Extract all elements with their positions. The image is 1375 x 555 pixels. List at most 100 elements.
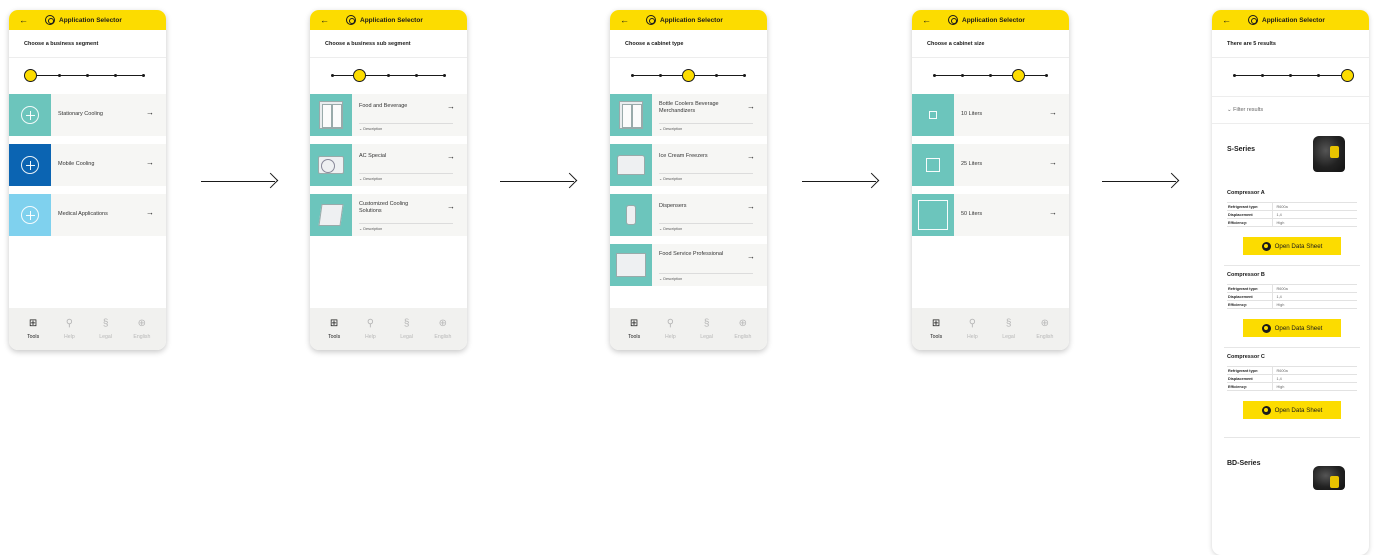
list-item[interactable]: Bottle Coolers Beverage Merchandizers → … <box>610 94 767 136</box>
filter-results-toggle[interactable]: ⌄ Filter results <box>1212 96 1369 124</box>
application-logo-icon <box>646 15 656 25</box>
app-title: Application Selector <box>962 16 1025 24</box>
progress-stepper <box>912 58 1069 94</box>
back-arrow-icon[interactable]: ← <box>320 15 334 25</box>
bottom-nav: ⊞ Tools ⚲ Help § Legal ⊕ English <box>912 308 1069 350</box>
list-item-label: Medical Applications <box>58 211 108 217</box>
nav-help[interactable]: ⚲ Help <box>957 318 987 340</box>
bottom-nav: ⊞ Tools ⚲ Help § Legal ⊕ English <box>610 308 767 350</box>
nav-help[interactable]: ⚲ Help <box>355 318 385 340</box>
list-item[interactable]: Ice Cream Freezers → ⌄ Description <box>610 144 767 186</box>
list-item[interactable]: Stationary Cooling → <box>9 94 166 136</box>
nav-tools[interactable]: ⊞ Tools <box>18 318 48 340</box>
description-toggle[interactable]: ⌄ Description <box>359 226 382 231</box>
compressor-title: Compressor C <box>1227 354 1265 360</box>
spec-value: R600a <box>1271 366 1357 375</box>
nav-legal[interactable]: § Legal <box>692 318 722 340</box>
arrow-right-icon: → <box>447 152 455 161</box>
open-data-sheet-button[interactable]: Open Data Sheet <box>1243 319 1341 337</box>
nav-tools[interactable]: ⊞ Tools <box>319 318 349 340</box>
grid-icon: ⊞ <box>931 318 941 329</box>
application-logo-icon <box>45 15 55 25</box>
data-sheet-icon <box>1261 405 1271 415</box>
description-toggle[interactable]: ⌄ Description <box>659 226 682 231</box>
list-item[interactable]: 10 Liters → <box>912 94 1069 136</box>
page-heading: Choose a cabinet type <box>610 30 767 58</box>
nav-language[interactable]: ⊕ English <box>1030 318 1060 340</box>
nav-label: Legal <box>700 334 713 340</box>
stationary-cooling-icon <box>9 94 51 136</box>
list-item[interactable]: AC Special → ⌄ Description <box>310 144 467 186</box>
list-item[interactable]: 25 Liters → <box>912 144 1069 186</box>
nav-legal[interactable]: § Legal <box>392 318 422 340</box>
custom-cooling-icon <box>310 194 352 236</box>
spec-key: Refrigerant type: <box>1227 366 1272 375</box>
page-heading: Choose a cabinet size <box>912 30 1069 58</box>
food-service-counter-icon <box>610 244 652 286</box>
description-toggle[interactable]: ⌄ Description <box>359 126 382 131</box>
list-item[interactable]: 50 Liters → <box>912 194 1069 236</box>
screen-results: ← Application Selector There are 5 resul… <box>1212 10 1369 555</box>
open-data-sheet-button[interactable]: Open Data Sheet <box>1243 401 1341 419</box>
description-toggle[interactable]: ⌄ Description <box>659 276 682 281</box>
spec-key: Displacement <box>1227 374 1272 383</box>
open-data-sheet-button[interactable]: Open Data Sheet <box>1243 237 1341 255</box>
screen-cabinet-type: ← Application Selector Choose a cabinet … <box>610 10 767 350</box>
progress-stepper <box>9 58 166 94</box>
series-title: BD-Series <box>1227 460 1261 467</box>
nav-tools[interactable]: ⊞ Tools <box>619 318 649 340</box>
list-item[interactable]: Food Service Professional → ⌄ Descriptio… <box>610 244 767 286</box>
application-logo-icon <box>346 15 356 25</box>
back-arrow-icon[interactable]: ← <box>922 15 936 25</box>
description-toggle[interactable]: ⌄ Description <box>659 126 682 131</box>
screen-cabinet-size: ← Application Selector Choose a cabinet … <box>912 10 1069 350</box>
nav-label: English <box>133 334 151 340</box>
list-item[interactable]: Medical Applications → <box>9 194 166 236</box>
spec-key: Efficiency: <box>1227 382 1272 391</box>
arrow-right-icon: → <box>447 202 455 211</box>
nav-label: English <box>434 334 452 340</box>
nav-language[interactable]: ⊕ English <box>428 318 458 340</box>
nav-label: Tools <box>930 334 943 340</box>
nav-language[interactable]: ⊕ English <box>728 318 758 340</box>
nav-label: Legal <box>1002 334 1015 340</box>
nav-language[interactable]: ⊕ English <box>127 318 157 340</box>
list-item[interactable]: Food and Beverage → ⌄ Description <box>310 94 467 136</box>
data-sheet-icon <box>1261 323 1271 333</box>
arrow-right-icon: → <box>1049 208 1057 217</box>
nav-help[interactable]: ⚲ Help <box>54 318 84 340</box>
arrow-right-icon: → <box>1049 108 1057 117</box>
top-bar: ← Application Selector <box>912 10 1069 30</box>
list-item-label: Bottle Coolers Beverage Merchandizers <box>659 101 719 114</box>
nav-help[interactable]: ⚲ Help <box>655 318 685 340</box>
list-item-label: Dispensers <box>659 203 687 209</box>
description-toggle[interactable]: ⌄ Description <box>359 176 382 181</box>
section-icon: § <box>403 318 410 329</box>
nav-tools[interactable]: ⊞ Tools <box>921 318 951 340</box>
back-arrow-icon[interactable]: ← <box>620 15 634 25</box>
back-arrow-icon[interactable]: ← <box>1222 15 1236 25</box>
spec-key: Displacement <box>1227 292 1272 301</box>
list-item[interactable]: Mobile Cooling → <box>9 144 166 186</box>
back-arrow-icon[interactable]: ← <box>19 15 33 25</box>
spec-table: Refrigerant type: R600a Displacement 1,4 E… <box>1227 366 1357 391</box>
globe-icon: ⊕ <box>1040 318 1050 329</box>
size-large-icon <box>912 194 954 236</box>
section-icon: § <box>102 318 109 329</box>
nav-legal[interactable]: § Legal <box>91 318 121 340</box>
ac-unit-icon <box>310 144 352 186</box>
list-item-label: 10 Liters <box>961 111 983 117</box>
list-item[interactable]: Dispensers → ⌄ Description <box>610 194 767 236</box>
list-item[interactable]: Customized Cooling Solutions → ⌄ Descrip… <box>310 194 467 236</box>
progress-stepper <box>610 58 767 94</box>
top-bar: ← Application Selector <box>610 10 767 30</box>
spec-key: Displacement <box>1227 210 1272 219</box>
arrow-right-icon: → <box>747 202 755 211</box>
list-item-label: 50 Liters <box>961 211 983 217</box>
top-bar: ← Application Selector <box>1212 10 1369 30</box>
description-toggle[interactable]: ⌄ Description <box>659 176 682 181</box>
series-card: S-Series <box>1212 124 1369 184</box>
compressor-block: Compressor B Refrigerant type: R600a Disp… <box>1224 266 1360 348</box>
list-item-label: Customized Cooling Solutions <box>359 201 409 214</box>
nav-legal[interactable]: § Legal <box>994 318 1024 340</box>
